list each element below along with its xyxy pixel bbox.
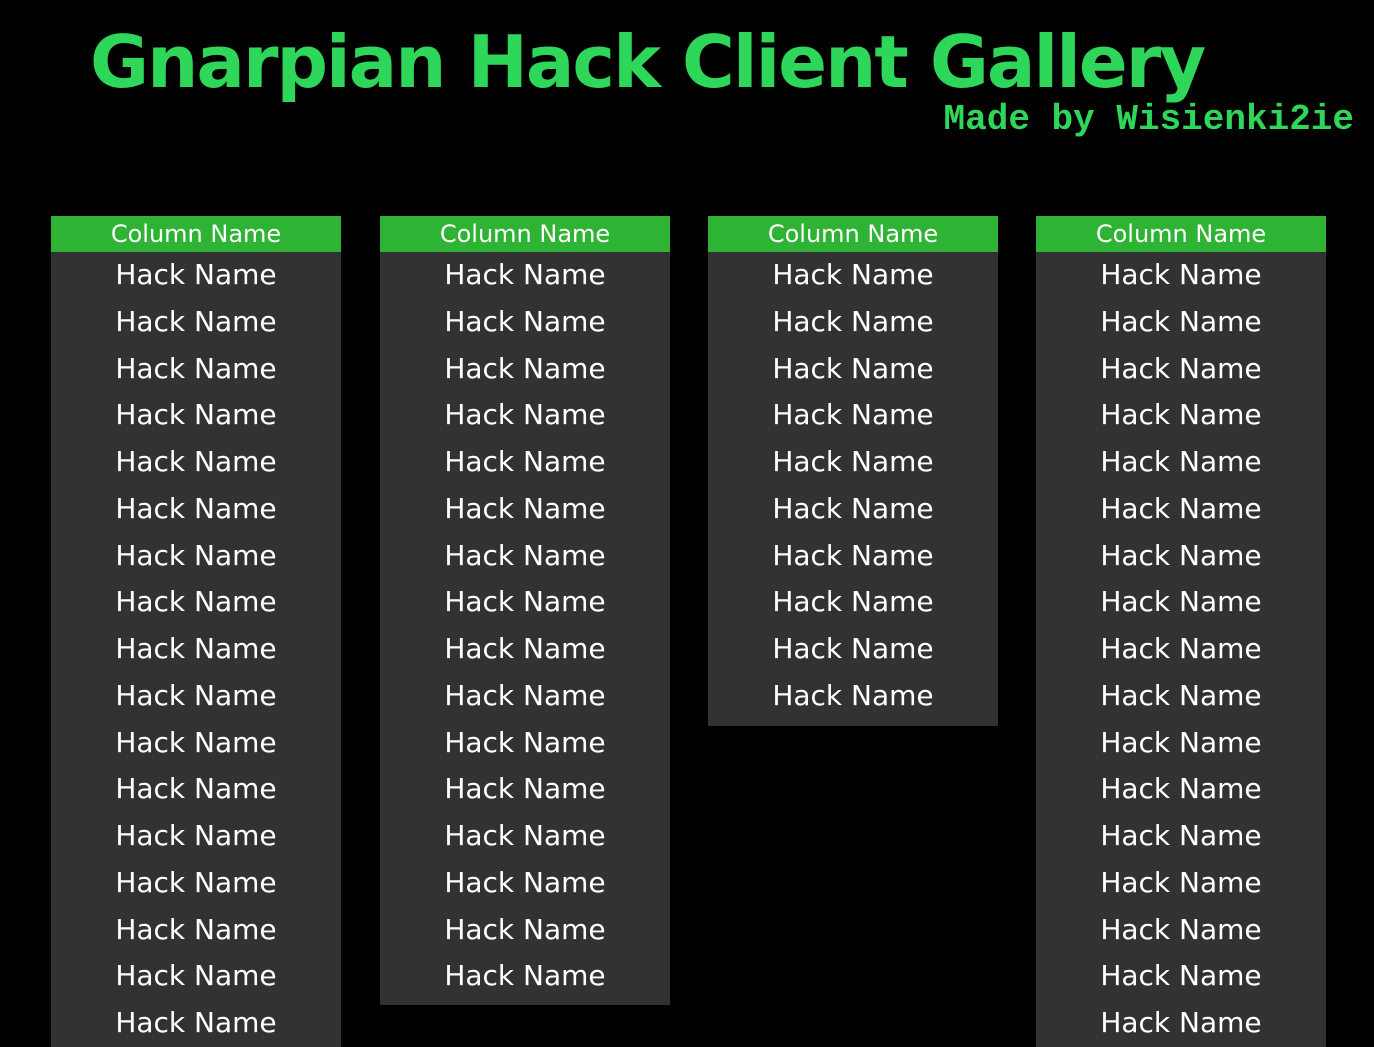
hack-item[interactable]: Hack Name [380, 392, 670, 439]
hack-item[interactable]: Hack Name [51, 953, 341, 1000]
hack-item[interactable]: Hack Name [708, 579, 998, 626]
hack-item[interactable]: Hack Name [1036, 673, 1326, 720]
hack-item[interactable]: Hack Name [1036, 439, 1326, 486]
hack-item[interactable]: Hack Name [380, 252, 670, 299]
hack-item[interactable]: Hack Name [1036, 1000, 1326, 1047]
hack-column-1: Column Name Hack Name Hack Name Hack Name H… [51, 216, 341, 1047]
hack-item[interactable]: Hack Name [51, 299, 341, 346]
hack-item[interactable]: Hack Name [51, 579, 341, 626]
hack-item[interactable]: Hack Name [1036, 953, 1326, 1000]
hack-item[interactable]: Hack Name [51, 346, 341, 393]
hack-item[interactable]: Hack Name [708, 392, 998, 439]
hack-item[interactable]: Hack Name [51, 907, 341, 954]
hack-item[interactable]: Hack Name [51, 1000, 341, 1047]
hack-list: Hack Name Hack Name Hack Name Hack Name Hack… [708, 252, 998, 726]
column-header: Column Name [708, 216, 998, 252]
hack-item[interactable]: Hack Name [51, 486, 341, 533]
hack-item[interactable]: Hack Name [1036, 766, 1326, 813]
hack-item[interactable]: Hack Name [380, 299, 670, 346]
hack-item[interactable]: Hack Name [1036, 860, 1326, 907]
hack-item[interactable]: Hack Name [1036, 626, 1326, 673]
hack-item[interactable]: Hack Name [708, 299, 998, 346]
hack-item[interactable]: Hack Name [51, 720, 341, 767]
hack-item[interactable]: Hack Name [1036, 907, 1326, 954]
hack-item[interactable]: Hack Name [380, 907, 670, 954]
page-title: Gnarpian Hack Client Gallery [90, 20, 1206, 104]
column-header: Column Name [1036, 216, 1326, 252]
hack-list: Hack Name Hack Name Hack Name Hack Name Hack… [51, 252, 341, 1047]
hack-item[interactable]: Hack Name [708, 346, 998, 393]
column-header: Column Name [380, 216, 670, 252]
hack-item[interactable]: Hack Name [380, 346, 670, 393]
column-header: Column Name [51, 216, 341, 252]
hack-item[interactable]: Hack Name [51, 766, 341, 813]
hack-item[interactable]: Hack Name [380, 439, 670, 486]
hack-list: Hack Name Hack Name Hack Name Hack Name Hack… [1036, 252, 1326, 1047]
hack-item[interactable]: Hack Name [708, 439, 998, 486]
hack-item[interactable]: Hack Name [51, 533, 341, 580]
hack-item[interactable]: Hack Name [51, 439, 341, 486]
hack-item[interactable]: Hack Name [380, 533, 670, 580]
hack-item[interactable]: Hack Name [1036, 533, 1326, 580]
hack-item[interactable]: Hack Name [1036, 252, 1326, 299]
hack-item[interactable]: Hack Name [1036, 813, 1326, 860]
hack-item[interactable]: Hack Name [380, 626, 670, 673]
hack-item[interactable]: Hack Name [1036, 486, 1326, 533]
hack-item[interactable]: Hack Name [380, 953, 670, 1000]
hack-item[interactable]: Hack Name [380, 813, 670, 860]
hack-item[interactable]: Hack Name [380, 720, 670, 767]
hack-item[interactable]: Hack Name [1036, 346, 1326, 393]
hack-item[interactable]: Hack Name [51, 626, 341, 673]
hack-column-3: Column Name Hack Name Hack Name Hack Name H… [708, 216, 998, 726]
hack-item[interactable]: Hack Name [380, 673, 670, 720]
hack-item[interactable]: Hack Name [51, 252, 341, 299]
hack-list: Hack Name Hack Name Hack Name Hack Name Hack… [380, 252, 670, 1005]
page-subtitle: Made by Wisienki2ie [943, 99, 1354, 140]
hack-column-4: Column Name Hack Name Hack Name Hack Name H… [1036, 216, 1326, 1047]
hack-item[interactable]: Hack Name [708, 486, 998, 533]
hack-item[interactable]: Hack Name [708, 673, 998, 720]
hack-item[interactable]: Hack Name [380, 860, 670, 907]
hack-item[interactable]: Hack Name [51, 813, 341, 860]
hack-column-2: Column Name Hack Name Hack Name Hack Name H… [380, 216, 670, 1005]
hack-item[interactable]: Hack Name [708, 533, 998, 580]
hack-item[interactable]: Hack Name [51, 392, 341, 439]
hack-item[interactable]: Hack Name [1036, 579, 1326, 626]
hack-item[interactable]: Hack Name [380, 766, 670, 813]
hack-item[interactable]: Hack Name [708, 626, 998, 673]
hack-item[interactable]: Hack Name [1036, 720, 1326, 767]
hack-item[interactable]: Hack Name [380, 486, 670, 533]
hack-item[interactable]: Hack Name [1036, 392, 1326, 439]
hack-item[interactable]: Hack Name [51, 860, 341, 907]
hack-item[interactable]: Hack Name [1036, 299, 1326, 346]
hack-item[interactable]: Hack Name [708, 252, 998, 299]
hack-item[interactable]: Hack Name [51, 673, 341, 720]
hack-item[interactable]: Hack Name [380, 579, 670, 626]
